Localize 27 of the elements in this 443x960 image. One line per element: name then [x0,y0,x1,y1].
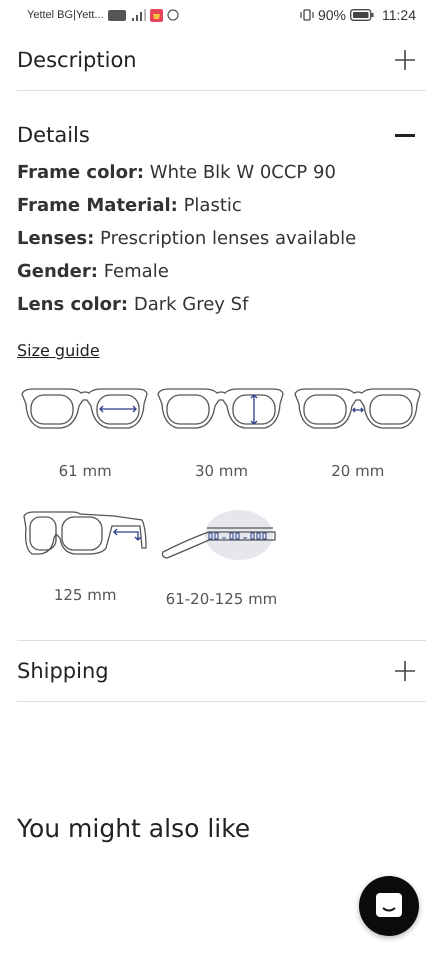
measurement-label: 125 mm [54,586,116,604]
expand-icon[interactable] [394,49,416,71]
shop-app-icon [150,8,163,22]
measurement-label: 61 mm [58,462,112,480]
signal-icon [130,9,146,21]
spec-line: Gender: Female [17,260,170,284]
section-title[interactable]: Shipping [17,659,109,683]
spec-line: Frame Material: Plastic [17,194,243,218]
spec-line: Frame color: Whte Blk W 0CCP 90 [17,161,337,185]
battery-percent: 90% [318,7,346,23]
measurement-label: 61-20-125 mm [166,590,278,608]
chat-button[interactable] [359,876,419,936]
size-guide-link[interactable]: Size guide [17,341,100,360]
spec-line: Lens color: Dark Grey Sf [17,293,250,317]
measurement-label: 30 mm [194,462,248,480]
section-title[interactable]: Description [17,48,137,72]
measurement-label: 20 mm [331,462,384,480]
expand-icon[interactable] [394,660,416,682]
carrier-name: Yettel BG|Yett... [27,9,104,21]
battery-icon [350,9,374,21]
chat-icon [375,893,403,919]
spec-line: Lenses: Prescription lenses available [17,227,358,251]
section-title[interactable]: Details [17,122,90,146]
section-heading: You might also like [17,814,252,843]
loading-icon [166,9,179,21]
clock-time: 11:24 [382,7,416,23]
vibrate-icon [300,9,314,21]
